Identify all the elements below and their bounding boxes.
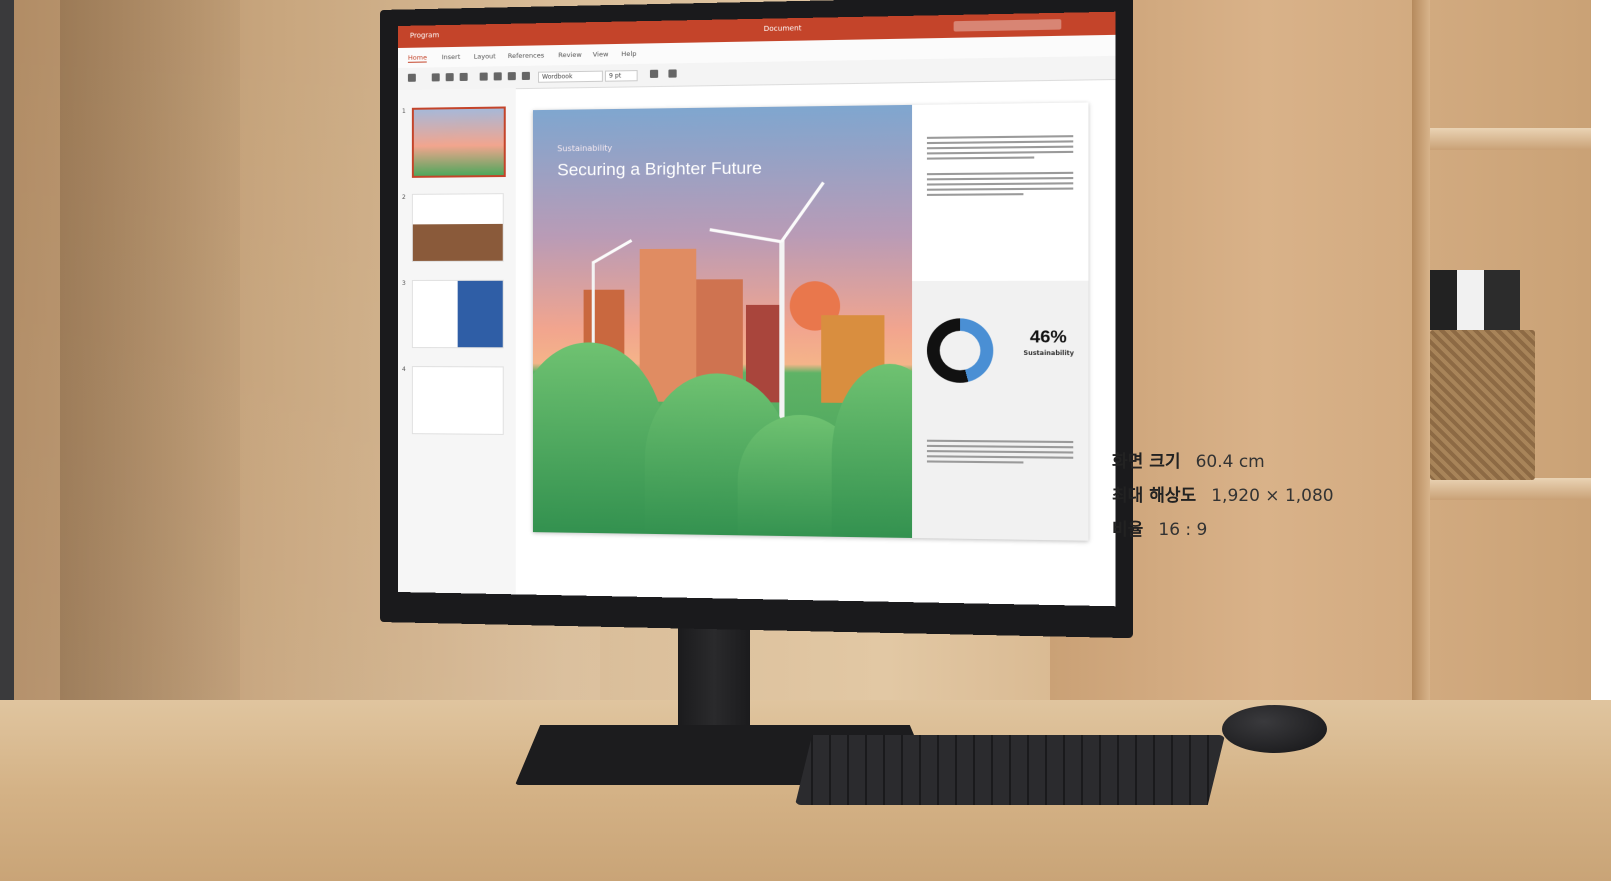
- spec-label: 화면 크기: [1112, 452, 1181, 472]
- undo-icon: [431, 73, 440, 82]
- tab-insert: Insert: [441, 52, 461, 62]
- slide-thumbnail-1: [411, 106, 506, 178]
- settings-icon: [668, 69, 677, 78]
- tab-help: Help: [621, 49, 637, 59]
- tab-review: Review: [558, 50, 582, 60]
- new-icon: [407, 73, 416, 82]
- text-line: [926, 135, 1074, 139]
- slide-stat-panel: 46% Sustainability: [912, 280, 1089, 541]
- spec-value: 1,920 × 1,080: [1211, 486, 1334, 506]
- product-scene: Program Document Home Insert Layout Refe…: [0, 0, 1611, 881]
- stat-value: 46%: [1029, 326, 1067, 347]
- slide-headline: Securing a Brighter Future: [557, 158, 762, 180]
- app-name: Program: [409, 31, 440, 40]
- slide-number: 1: [401, 107, 406, 115]
- slide-thumbnail-4: [411, 366, 504, 435]
- format-icon: [479, 72, 488, 81]
- spec-row-screen-size: 화면 크기 60.4 cm: [1112, 445, 1334, 479]
- turbine-blade: [591, 239, 633, 265]
- donut-hole: [939, 330, 981, 371]
- font-size-select: 9 pt: [604, 70, 638, 82]
- spec-label: 비율: [1112, 520, 1144, 540]
- stat-label: Sustainability: [1023, 349, 1075, 358]
- slide-text-block: [912, 102, 1089, 282]
- record-icon: [445, 73, 454, 82]
- turbine-blade: [780, 181, 825, 243]
- text-line: [926, 140, 1074, 145]
- spec-value: 16 : 9: [1158, 520, 1208, 540]
- wicker-basket: [1430, 330, 1535, 480]
- text-line: [926, 182, 1074, 186]
- shapes-icon: [493, 72, 502, 81]
- turbine-blade: [709, 228, 782, 244]
- mouse: [1222, 705, 1327, 753]
- spec-row-aspect-ratio: 비율 16 : 9: [1112, 513, 1334, 547]
- wind-turbine: [779, 240, 785, 446]
- slide-illustration: Sustainability Securing a Brighter Futur…: [532, 104, 913, 538]
- shelf-board: [1412, 478, 1592, 500]
- columns-icon: [507, 72, 516, 81]
- slide-number: 3: [401, 279, 406, 287]
- text-line: [926, 171, 1074, 176]
- text-line: [926, 150, 1074, 155]
- slide-number: 4: [401, 366, 406, 374]
- font-select: Wordbook: [538, 70, 603, 83]
- building: [639, 248, 697, 402]
- tab-view: View: [592, 50, 609, 59]
- slide-number: 2: [401, 193, 406, 201]
- text-line: [926, 193, 1024, 196]
- books: [1430, 270, 1520, 330]
- tab-layout: Layout: [473, 52, 496, 61]
- slide-thumbnail-2: [411, 193, 504, 262]
- slide-canvas: Sustainability Securing a Brighter Futur…: [532, 102, 1089, 541]
- document-title: Document: [763, 24, 802, 34]
- text-line: [926, 460, 1024, 464]
- slide-thumbnail-3: [411, 279, 504, 349]
- shelf-board: [1412, 128, 1592, 150]
- copy-icon: [649, 69, 659, 78]
- shelf-side: [1412, 0, 1430, 740]
- spec-list: 화면 크기 60.4 cm 최대 해상도 1,920 × 1,080 비율 16…: [1112, 445, 1334, 547]
- text-line: [926, 450, 1074, 454]
- donut-chart: [926, 318, 994, 383]
- cursor-icon: [459, 72, 468, 82]
- text-line: [926, 439, 1074, 444]
- wall-shadow: [60, 0, 240, 700]
- text-line: [926, 145, 1074, 150]
- keyboard: [795, 735, 1225, 805]
- spec-label: 최대 해상도: [1112, 486, 1197, 506]
- spec-row-resolution: 최대 해상도 1,920 × 1,080: [1112, 479, 1334, 513]
- slide-thumbnails: 1 2 3 4: [398, 88, 516, 595]
- music-icon: [521, 71, 530, 81]
- text-line: [926, 444, 1074, 449]
- text-line: [926, 187, 1074, 191]
- spec-value: 60.4 cm: [1195, 452, 1265, 472]
- tab-references: References: [507, 51, 545, 61]
- text-line: [926, 455, 1074, 459]
- text-line: [926, 177, 1074, 181]
- monitor-screen: Program Document Home Insert Layout Refe…: [398, 11, 1116, 607]
- search-box: [953, 19, 1062, 32]
- tab-home: Home: [407, 53, 427, 63]
- slide-kicker: Sustainability: [557, 143, 613, 154]
